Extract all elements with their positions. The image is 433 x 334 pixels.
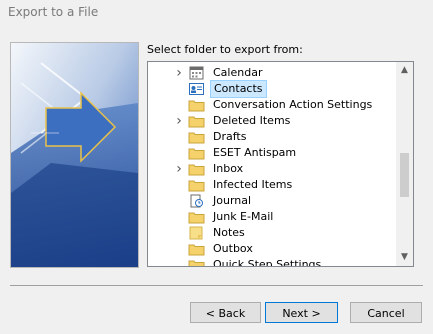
folder-icon — [188, 258, 205, 266]
divider — [10, 285, 423, 286]
folder-item[interactable]: Outbox — [148, 241, 396, 257]
folder-icon — [188, 146, 205, 160]
chevron-right-icon[interactable]: › — [174, 162, 184, 176]
folder-label: Notes — [213, 226, 245, 239]
notes-icon — [188, 226, 205, 240]
contacts-icon — [188, 82, 205, 96]
folder-tree[interactable]: › Calendar Contacts Conversation Action Set… — [147, 61, 414, 267]
folder-item[interactable]: Contacts — [148, 80, 396, 98]
scroll-down-arrow-icon[interactable]: ▼ — [396, 249, 413, 266]
folder-label: Outbox — [213, 242, 253, 255]
folder-item[interactable]: Infected Items — [148, 177, 396, 193]
folder-label: Infected Items — [213, 178, 293, 191]
folder-label: Quick Step Settings — [213, 258, 322, 266]
folder-label: Conversation Action Settings — [213, 98, 373, 111]
folder-icon — [188, 162, 205, 176]
folder-item[interactable]: Notes — [148, 225, 396, 241]
folder-icon — [188, 98, 205, 112]
next-button[interactable]: Next > — [265, 302, 338, 323]
scroll-up-arrow-icon[interactable]: ▲ — [396, 62, 413, 79]
scrollbar-thumb[interactable] — [400, 153, 409, 197]
folder-item[interactable]: Conversation Action Settings — [148, 97, 396, 113]
wizard-banner-image — [10, 42, 139, 268]
window-title: Export to a File — [8, 5, 99, 19]
folder-item[interactable]: Journal — [148, 193, 396, 209]
folder-label: Drafts — [213, 130, 247, 143]
calendar-icon — [188, 66, 205, 80]
folder-label: Deleted Items — [213, 114, 291, 127]
folder-item[interactable]: ESET Antispam — [148, 145, 396, 161]
cancel-button[interactable]: Cancel — [350, 302, 422, 323]
folder-icon — [188, 242, 205, 256]
folder-item[interactable]: Junk E-Mail — [148, 209, 396, 225]
folder-icon — [188, 210, 205, 224]
folder-label: Junk E-Mail — [213, 210, 274, 223]
folder-item[interactable]: › Calendar — [148, 65, 396, 81]
back-button[interactable]: < Back — [190, 302, 261, 323]
folder-label: Journal — [213, 194, 252, 207]
vertical-scrollbar[interactable]: ▲ ▼ — [396, 62, 413, 266]
folder-icon — [188, 130, 205, 144]
folder-item[interactable]: Quick Step Settings — [148, 257, 396, 266]
export-prompt-label: Select folder to export from: — [147, 43, 303, 56]
folder-label: Calendar — [213, 66, 263, 79]
folder-label: Contacts — [210, 80, 267, 98]
folder-label: Inbox — [213, 162, 244, 175]
chevron-right-icon[interactable]: › — [174, 66, 184, 80]
folder-item[interactable]: › Deleted Items — [148, 113, 396, 129]
folder-item[interactable]: › Inbox — [148, 161, 396, 177]
folder-icon — [188, 114, 205, 128]
journal-icon — [188, 194, 205, 208]
folder-item[interactable]: Drafts — [148, 129, 396, 145]
folder-label: ESET Antispam — [213, 146, 297, 159]
chevron-right-icon[interactable]: › — [174, 114, 184, 128]
folder-icon — [188, 178, 205, 192]
